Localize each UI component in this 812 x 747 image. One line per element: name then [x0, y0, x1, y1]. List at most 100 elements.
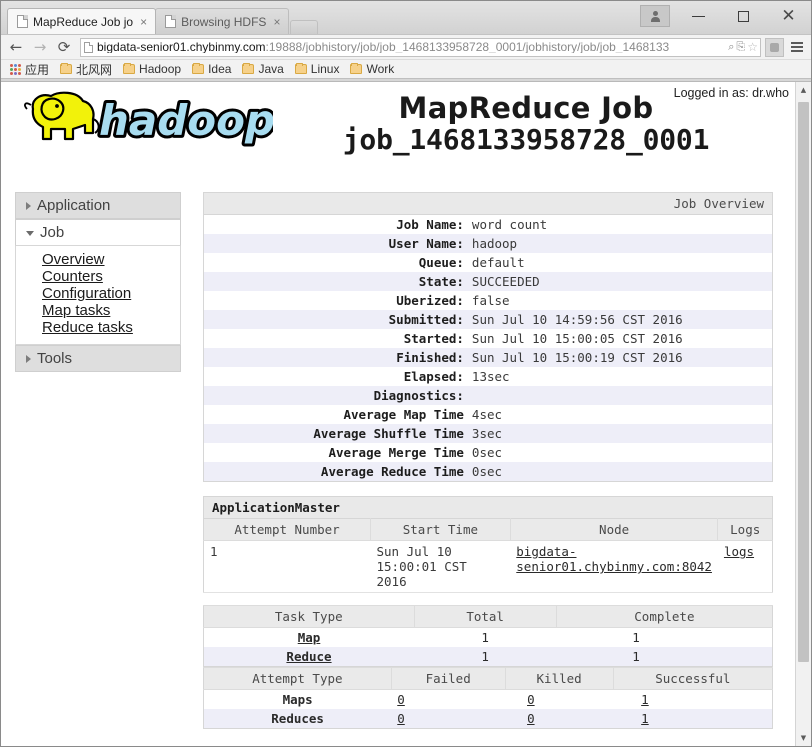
failed-link[interactable]: 0: [397, 711, 405, 726]
folder-icon: [60, 64, 72, 74]
chevron-right-icon: [26, 355, 31, 363]
url-host: bigdata-senior01.chybinmy.com: [97, 41, 266, 53]
hadoop-logo-icon: hadoop hadoop: [15, 89, 273, 151]
column-header-killed[interactable]: Killed: [505, 668, 613, 690]
omnibox-icons: ⌕ ⎘ ☆: [728, 40, 758, 54]
successful-link[interactable]: 1: [641, 711, 649, 726]
scroll-up-button[interactable]: ▲: [796, 82, 811, 98]
bookmark-apps[interactable]: 应用: [6, 61, 53, 78]
row-value: 0sec: [471, 462, 773, 482]
column-header-failed[interactable]: Failed: [391, 668, 505, 690]
column-header-attempt-type[interactable]: Attempt Type: [204, 668, 392, 690]
scroll-down-button[interactable]: ▼: [796, 730, 811, 746]
cell-task-type: Reduce: [204, 647, 415, 667]
column-header-attempt-number[interactable]: Attempt Number: [204, 519, 371, 541]
bookmark-label: Hadoop: [139, 62, 181, 76]
node-link[interactable]: bigdata-senior01.chybinmy.com:8042: [516, 544, 712, 574]
minimize-icon: [692, 16, 705, 17]
table-row: Average Shuffle Time 3sec: [204, 424, 773, 443]
close-icon[interactable]: ×: [140, 16, 147, 28]
translate-icon[interactable]: ⎘: [736, 42, 745, 53]
column-header-start-time[interactable]: Start Time: [371, 519, 511, 541]
menu-icon-line: [791, 50, 803, 52]
sidebar-item-overview[interactable]: Overview: [42, 251, 105, 268]
sidebar-section-application[interactable]: Application: [15, 192, 181, 219]
user-profile-button[interactable]: [640, 5, 670, 27]
folder-icon: [350, 64, 362, 74]
column-header-complete[interactable]: Complete: [556, 606, 772, 628]
attempt-summary-table: Attempt Type Failed Killed Successful Ma…: [203, 667, 773, 729]
url-text: bigdata-senior01.chybinmy.com:19888/jobh…: [97, 41, 728, 53]
cell-killed: 0: [505, 709, 613, 729]
table-header-row: Attempt Number Start Time Node Logs: [204, 519, 773, 541]
sidebar-section-job[interactable]: Job: [15, 219, 181, 246]
reduce-link[interactable]: Reduce: [286, 649, 331, 664]
row-value: 0sec: [471, 443, 773, 462]
page-viewport: Logged in as: dr.who: [1, 81, 811, 746]
sidebar-item-reduce-tasks[interactable]: Reduce tasks: [42, 319, 133, 336]
bookmark-beifengwang[interactable]: 北风网: [56, 61, 116, 78]
map-link[interactable]: Map: [298, 630, 321, 645]
column-header-node[interactable]: Node: [510, 519, 718, 541]
back-button[interactable]: ←: [6, 37, 26, 57]
sidebar-item-configuration[interactable]: Configuration: [42, 285, 131, 302]
sidebar-item-counters[interactable]: Counters: [42, 268, 103, 285]
column-header-total[interactable]: Total: [414, 606, 556, 628]
column-header-logs[interactable]: Logs: [718, 519, 773, 541]
table-row: Submitted: Sun Jul 10 14:59:56 CST 2016: [204, 310, 773, 329]
failed-link[interactable]: 0: [397, 692, 405, 707]
cell-attempt-type: Maps: [204, 690, 392, 710]
svg-text:hadoop: hadoop: [99, 96, 273, 145]
hadoop-jobhistory-page: Logged in as: dr.who: [1, 82, 795, 746]
extension-button[interactable]: [765, 38, 784, 57]
row-key: Queue:: [204, 253, 471, 272]
tab-title: Browsing HDFS: [181, 15, 266, 29]
cell-task-type: Map: [204, 628, 415, 648]
search-icon[interactable]: ⌕: [728, 42, 734, 53]
scrollbar-track[interactable]: [796, 98, 811, 730]
sidebar-section-tools[interactable]: Tools: [15, 345, 181, 372]
new-tab-button[interactable]: [290, 20, 318, 34]
sidebar-nav: Application Job Overview Counters Config…: [15, 192, 181, 372]
cell-total: 1: [414, 647, 556, 667]
tab-mapreduce-job[interactable]: MapReduce Job jo ×: [7, 8, 156, 34]
minimize-button[interactable]: [676, 2, 721, 30]
vertical-scrollbar[interactable]: ▲ ▼: [795, 82, 811, 746]
bookmark-idea[interactable]: Idea: [188, 61, 235, 78]
forward-button[interactable]: →: [30, 37, 50, 57]
tab-title: MapReduce Job jo: [33, 15, 133, 29]
column-header-task-type[interactable]: Task Type: [204, 606, 415, 628]
row-value: 13sec: [471, 367, 773, 386]
bookmark-label: 应用: [25, 61, 49, 78]
killed-link[interactable]: 0: [527, 692, 535, 707]
column-header-successful[interactable]: Successful: [613, 668, 772, 690]
reload-button[interactable]: ⟳: [54, 37, 74, 57]
address-bar[interactable]: bigdata-senior01.chybinmy.com:19888/jobh…: [80, 38, 761, 57]
close-window-button[interactable]: ✕: [766, 2, 811, 30]
extension-icon: [770, 43, 779, 52]
bookmark-star-icon[interactable]: ☆: [747, 40, 758, 54]
logs-link[interactable]: logs: [724, 544, 754, 559]
hadoop-logo[interactable]: hadoop hadoop: [1, 86, 277, 151]
close-icon[interactable]: ×: [273, 16, 280, 28]
bookmark-java[interactable]: Java: [238, 61, 287, 78]
sidebar-item-map-tasks[interactable]: Map tasks: [42, 302, 110, 319]
sidebar-section-label: Tools: [37, 350, 72, 367]
table-row: Average Merge Time 0sec: [204, 443, 773, 462]
table-header-row: Attempt Type Failed Killed Successful: [204, 668, 773, 690]
apps-grid-icon: [10, 64, 21, 75]
cell-node: bigdata-senior01.chybinmy.com:8042: [510, 541, 718, 593]
bookmark-work[interactable]: Work: [346, 61, 398, 78]
table-header-row: Task Type Total Complete: [204, 606, 773, 628]
maximize-button[interactable]: [721, 2, 766, 30]
page-info-icon[interactable]: [84, 42, 93, 53]
successful-link[interactable]: 1: [641, 692, 649, 707]
killed-link[interactable]: 0: [527, 711, 535, 726]
browser-menu-button[interactable]: [788, 37, 806, 57]
menu-icon-line: [791, 46, 803, 48]
bookmark-hadoop[interactable]: Hadoop: [119, 61, 185, 78]
bookmark-linux[interactable]: Linux: [291, 61, 344, 78]
scrollbar-thumb[interactable]: [798, 102, 809, 662]
tab-browsing-hdfs[interactable]: Browsing HDFS ×: [155, 8, 289, 34]
row-value: false: [471, 291, 773, 310]
